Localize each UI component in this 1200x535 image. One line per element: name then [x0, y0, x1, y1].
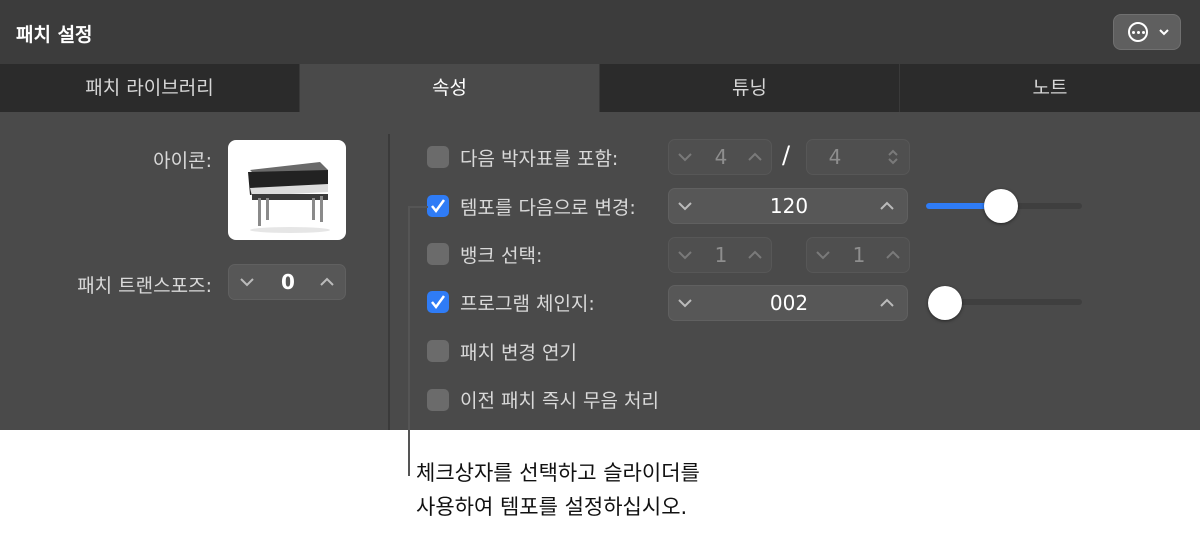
instant-mute-checkbox[interactable] [427, 389, 449, 411]
updown-chevron-icon [888, 149, 898, 165]
tempo-checkbox[interactable] [427, 195, 449, 217]
checkmark-icon [431, 295, 446, 310]
time-signature-checkbox[interactable] [427, 146, 449, 168]
bank-lsb-stepper[interactable]: 1 [806, 237, 910, 273]
delay-patch-change-label: 패치 변경 연기 [460, 342, 577, 364]
chevron-down-icon[interactable] [677, 200, 693, 212]
tempo-slider-fill [926, 203, 994, 209]
bank-select-checkbox[interactable] [427, 243, 449, 265]
tab-attributes[interactable]: 속성 [300, 64, 600, 112]
tempo-value: 120 [769, 194, 809, 218]
chevron-down-icon[interactable] [239, 276, 255, 288]
callout-line-2: 사용하여 템포를 설정하십시오. [416, 495, 688, 519]
program-change-checkbox[interactable] [427, 291, 449, 313]
time-signature-separator: / [782, 141, 791, 169]
tab-patch-library[interactable]: 패치 라이브러리 [0, 64, 300, 112]
chevron-down-icon [1158, 22, 1170, 46]
transpose-stepper[interactable]: 0 [228, 264, 346, 300]
callout-leader-horizontal [408, 206, 428, 208]
tab-notes[interactable]: 노트 [900, 64, 1200, 112]
time-signature-numerator: 4 [714, 145, 728, 169]
electric-piano-icon [248, 162, 330, 233]
icon-label: 아이콘: [153, 150, 212, 172]
program-change-stepper[interactable]: 002 [668, 285, 908, 321]
bank-msb-stepper[interactable]: 1 [668, 237, 772, 273]
callout-line-1: 체크상자를 선택하고 슬라이더를 [416, 461, 700, 485]
time-signature-label: 다음 박자표를 포함: [460, 148, 619, 170]
tempo-stepper[interactable]: 120 [668, 188, 908, 224]
program-change-label: 프로그램 체인지: [460, 293, 595, 315]
ellipsis-circle-icon [1128, 22, 1148, 42]
chevron-up-icon[interactable] [879, 200, 895, 212]
chevron-down-icon[interactable] [815, 249, 831, 261]
chevron-up-icon[interactable] [885, 249, 901, 261]
callout-caption: 체크상자를 선택하고 슬라이더를 사용하여 템포를 설정하십시오. [416, 456, 700, 524]
program-change-slider[interactable] [944, 299, 1082, 305]
chevron-up-icon[interactable] [747, 151, 763, 163]
bank-lsb-value: 1 [852, 243, 866, 267]
instant-mute-label: 이전 패치 즉시 무음 처리 [460, 390, 659, 412]
bank-msb-value: 1 [714, 243, 728, 267]
transpose-label: 패치 트랜스포즈: [77, 275, 212, 297]
chevron-up-icon[interactable] [879, 297, 895, 309]
chevron-up-icon[interactable] [319, 276, 335, 288]
patch-settings-panel: 패치 설정 패치 라이브러리 속성 튜닝 노트 아이콘: 패치 트랜스포즈: 0… [0, 0, 1200, 430]
chevron-up-icon[interactable] [747, 249, 763, 261]
transpose-value: 0 [281, 270, 295, 294]
title-bar: 패치 설정 [0, 0, 1200, 64]
chevron-down-icon[interactable] [677, 151, 693, 163]
tab-tuning[interactable]: 튜닝 [600, 64, 900, 112]
delay-patch-change-checkbox[interactable] [427, 340, 449, 362]
chevron-down-icon[interactable] [677, 297, 693, 309]
time-signature-denominator: 4 [828, 145, 842, 169]
bank-select-label: 뱅크 선택: [460, 245, 543, 267]
program-change-slider-knob[interactable] [928, 286, 962, 320]
panel-title: 패치 설정 [16, 24, 93, 46]
time-signature-numerator-stepper[interactable]: 4 [668, 139, 772, 175]
program-change-value: 002 [769, 291, 809, 315]
callout-leader-vertical [408, 206, 410, 476]
tempo-slider-knob[interactable] [984, 189, 1019, 223]
more-options-button[interactable] [1113, 14, 1181, 50]
chevron-down-icon[interactable] [677, 249, 693, 261]
tab-bar: 패치 라이브러리 속성 튜닝 노트 [0, 64, 1200, 112]
tempo-label: 템포를 다음으로 변경: [460, 197, 636, 219]
column-divider [388, 134, 390, 430]
patch-icon-well[interactable] [228, 140, 346, 240]
time-signature-denominator-popup[interactable]: 4 [806, 139, 910, 175]
checkmark-icon [431, 199, 446, 214]
